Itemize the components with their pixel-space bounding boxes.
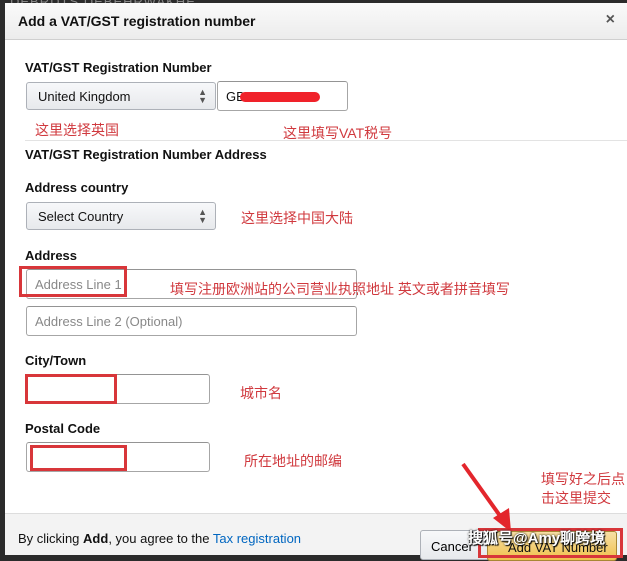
annotation-arrow-icon: [461, 462, 511, 532]
watermark: 搜狐号@Amy聊跨境: [468, 530, 606, 547]
address-line2-placeholder: Address Line 2 (Optional): [35, 314, 183, 329]
vat-number-input[interactable]: GB: [217, 81, 348, 111]
terms-prefix: By clicking: [18, 531, 84, 546]
tax-registration-link[interactable]: Tax registration: [213, 531, 301, 546]
city-label: City/Town: [25, 353, 87, 368]
select-arrows-icon: ▲ ▼: [198, 207, 207, 225]
select-arrows-icon: ▲ ▼: [198, 87, 207, 105]
postal-label: Postal Code: [25, 421, 101, 436]
vat-country-select[interactable]: United Kingdom ▲ ▼: [26, 82, 216, 110]
terms-text: By clicking Add, you agree to the Tax re…: [18, 531, 301, 546]
highlight-box-postal: [30, 445, 127, 471]
close-icon[interactable]: ×: [606, 11, 615, 29]
highlight-box-address: [19, 266, 127, 297]
address-country-select[interactable]: Select Country ▲ ▼: [26, 202, 216, 230]
annotation-select-china: 这里选择中国大陆: [241, 210, 353, 226]
annotation-city-hint: 城市名: [240, 385, 282, 401]
vat-number-label: VAT/GST Registration Number: [25, 60, 212, 75]
address-section-heading: VAT/GST Registration Number Address: [25, 147, 267, 162]
section-divider: [25, 140, 627, 141]
annotation-postal-hint: 所在地址的邮编: [244, 453, 342, 469]
dialog-title: Add a VAT/GST registration number: [18, 13, 256, 29]
vat-dialog: Add a VAT/GST registration number × VAT/…: [5, 3, 627, 561]
redaction-mark: [240, 92, 320, 102]
terms-middle: , you agree to the: [108, 531, 213, 546]
address-label: Address: [25, 248, 78, 263]
annotation-select-uk: 这里选择英国: [35, 122, 119, 138]
address-country-value: Select Country: [38, 209, 124, 224]
annotation-submit-hint: 填写好之后点击这里提交: [541, 471, 625, 506]
terms-bold: Add: [83, 531, 109, 546]
highlight-box-city: [25, 374, 117, 404]
annotation-address-hint: 填写注册欧洲站的公司营业执照地址 英文或者拼音填写: [170, 281, 510, 297]
dialog-header: Add a VAT/GST registration number ×: [5, 3, 627, 40]
vat-country-value: United Kingdom: [38, 89, 131, 104]
address-country-label: Address country: [25, 180, 129, 195]
address-line2-input[interactable]: Address Line 2 (Optional): [26, 306, 357, 336]
